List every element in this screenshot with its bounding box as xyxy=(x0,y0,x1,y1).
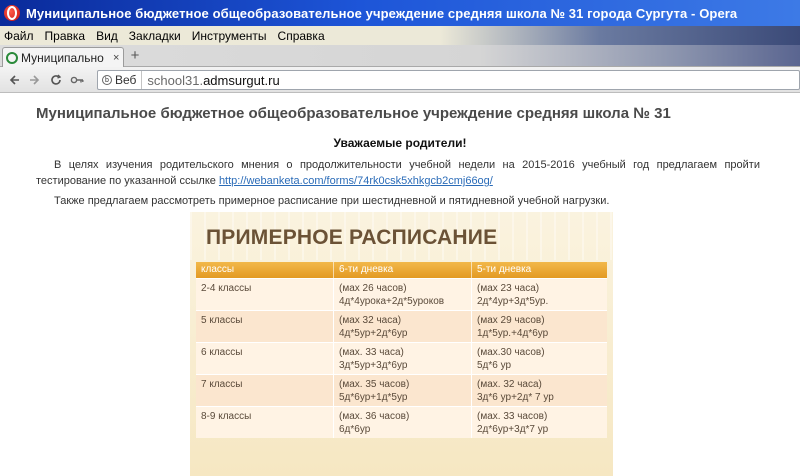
menu-view[interactable]: Вид xyxy=(96,29,118,43)
row-class: 7 классы xyxy=(196,375,334,406)
schedule-title: ПРИМЕРНОЕ РАСПИСАНИЕ xyxy=(206,226,498,249)
key-icon[interactable] xyxy=(67,70,87,90)
row-five-day: (мах. 33 часов) 2д*6ур+3д*7 ур xyxy=(477,411,549,435)
url-domain: admsurgut.ru xyxy=(203,72,280,88)
row-six-day: (мах. 33 часа) 3д*5ур+3д*6ур xyxy=(334,343,472,374)
page-title: Муниципальное бюджетное общеобразователь… xyxy=(36,105,671,122)
menu-edit[interactable]: Правка xyxy=(45,29,86,43)
survey-paragraph: В целях изучения родительского мнения о … xyxy=(36,157,760,189)
window-titlebar: Муниципальное бюджетное общеобразователь… xyxy=(0,0,800,26)
page-content: Муниципальное бюджетное общеобразователь… xyxy=(0,94,800,476)
table-row: 8-9 классы (мах. 36 часов) 6д*6ур (мах. 3… xyxy=(196,406,607,438)
header-six-day: 6-ти дневка xyxy=(334,262,472,278)
row-five-day: (мах 29 часов) 1д*5ур.+4д*6ур xyxy=(477,315,549,339)
site-favicon-icon xyxy=(6,51,18,64)
search-engine-button[interactable]: b Веб xyxy=(98,71,143,89)
row-class: 8-9 классы xyxy=(196,407,334,438)
tab-label: Муниципально xyxy=(21,50,104,65)
schedule-table-body: 2-4 классы (мах 26 часов) 4д*4урока+2д*5у… xyxy=(196,278,607,438)
row-six-day: (мах. 35 часов) 5д*6ур+1д*5ур xyxy=(334,375,472,406)
menu-file[interactable]: Файл xyxy=(4,29,34,43)
row-five-day: (мах. 32 часа) 3д*6 ур+2д* 7 ур xyxy=(477,379,554,403)
page-subheading: Уважаемые родители! xyxy=(333,136,467,150)
table-row: 7 классы (мах. 35 часов) 5д*6ур+1д*5ур (м… xyxy=(196,374,607,406)
table-row: 5 классы (мах 32 часа) 4д*5ур+2д*6ур (мах… xyxy=(196,310,607,342)
schedule-intro-paragraph: Также предлагаем рассмотреть примерное р… xyxy=(54,195,610,207)
menu-help[interactable]: Справка xyxy=(278,29,325,43)
forward-arrow-icon[interactable] xyxy=(25,70,45,90)
row-class: 6 классы xyxy=(196,343,334,374)
row-class: 2-4 классы xyxy=(196,279,334,310)
table-row: 2-4 классы (мах 26 часов) 4д*4урока+2д*5у… xyxy=(196,278,607,310)
menu-bookmarks[interactable]: Закладки xyxy=(129,29,181,43)
header-classes: классы xyxy=(196,262,334,278)
row-five-day: (мах.30 часов) 5д*6 ур xyxy=(477,347,545,371)
url-prefix: school31. xyxy=(147,72,204,88)
schedule-image: ПРИМЕРНОЕ РАСПИСАНИЕ классы 6-ти дневка … xyxy=(190,212,613,476)
row-six-day: (мах 32 часа) 4д*5ур+2д*6ур xyxy=(334,311,472,342)
header-five-day: 5-ти дневка xyxy=(477,264,532,275)
row-class: 5 классы xyxy=(196,311,334,342)
window-title: Муниципальное бюджетное общеобразователь… xyxy=(26,5,738,21)
reload-icon[interactable] xyxy=(46,70,66,90)
back-arrow-icon[interactable] xyxy=(4,70,24,90)
new-tab-button[interactable]: + xyxy=(128,48,142,64)
schedule-table-header: классы 6-ти дневка 5-ти дневка xyxy=(196,262,607,278)
web-badge-icon: b xyxy=(102,75,112,85)
survey-link[interactable]: http://webanketa.com/forms/74rk0csk5xhkg… xyxy=(219,175,493,187)
address-bar[interactable]: b Веб school31.admsurgut.ru xyxy=(97,70,800,90)
row-six-day: (мах. 36 часов) 6д*6ур xyxy=(334,407,472,438)
menu-bar: Файл Правка Вид Закладки Инструменты Спр… xyxy=(0,26,800,45)
navigation-bar: b Веб school31.admsurgut.ru xyxy=(0,67,800,93)
schedule-table: классы 6-ти дневка 5-ти дневка 2-4 класс… xyxy=(196,262,607,438)
row-five-day: (мах 23 часа) 2д*4ур+3д*5ур. xyxy=(477,283,549,307)
opera-logo-icon[interactable] xyxy=(4,5,20,21)
tab-close-icon[interactable]: × xyxy=(113,52,119,64)
url-text[interactable]: school31.admsurgut.ru xyxy=(142,73,279,88)
menu-tools[interactable]: Инструменты xyxy=(192,29,267,43)
web-label: Веб xyxy=(115,73,137,87)
tab-school31[interactable]: Муниципально × xyxy=(2,47,124,67)
tab-bar: Муниципально × + xyxy=(0,45,800,67)
table-row: 6 классы (мах. 33 часа) 3д*5ур+3д*6ур (ма… xyxy=(196,342,607,374)
row-six-day: (мах 26 часов) 4д*4урока+2д*5уроков xyxy=(334,279,472,310)
